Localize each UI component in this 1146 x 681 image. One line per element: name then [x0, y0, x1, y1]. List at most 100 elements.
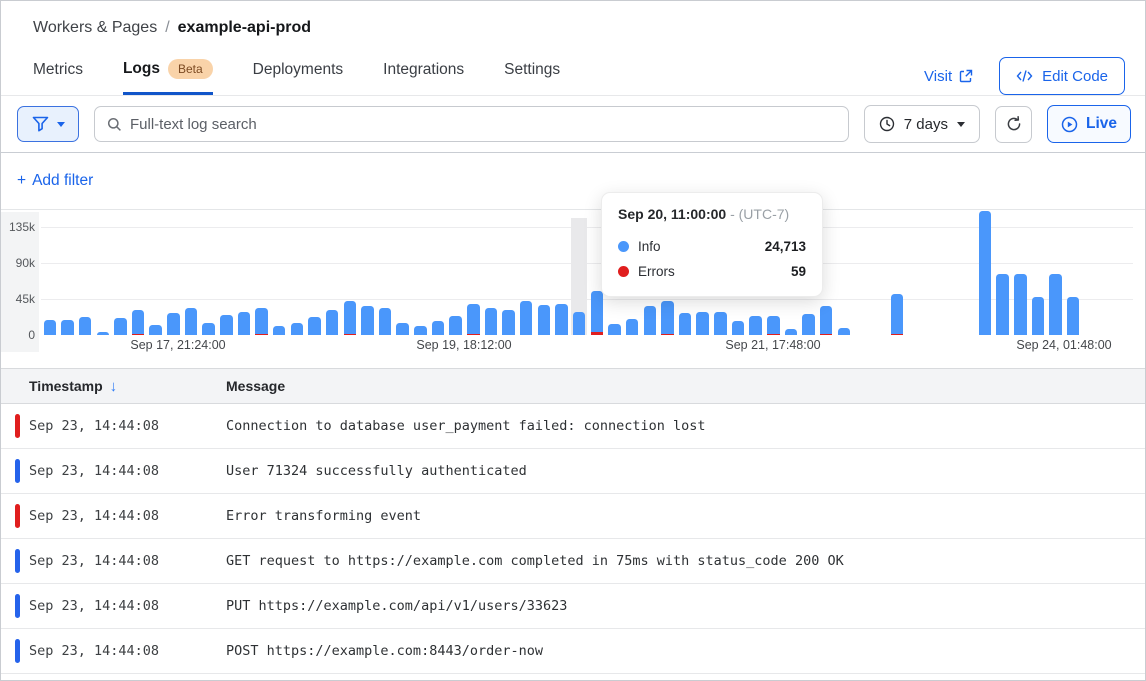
chart-bar[interactable]: [449, 316, 462, 335]
clock-icon: [879, 116, 895, 132]
search-input[interactable]: [130, 116, 836, 133]
chart-bar[interactable]: [626, 319, 639, 335]
chart-bar[interactable]: [555, 304, 568, 335]
chart-bar[interactable]: [361, 306, 374, 335]
chart-bar[interactable]: [1014, 274, 1027, 335]
sort-descending-icon[interactable]: ↓: [110, 378, 118, 395]
chart-bar[interactable]: [573, 312, 586, 335]
chart-bar[interactable]: [838, 328, 851, 335]
log-row[interactable]: Sep 23, 14:44:08POST https://example.com…: [1, 629, 1145, 674]
log-timestamp: Sep 23, 14:44:08: [1, 643, 198, 659]
chart-bar[interactable]: [1067, 297, 1080, 335]
tab-integrations[interactable]: Integrations: [383, 61, 464, 95]
chart-bar[interactable]: [326, 310, 339, 335]
chart-bar[interactable]: [308, 317, 321, 335]
log-timestamp: Sep 23, 14:44:08: [1, 463, 198, 479]
chart-bar[interactable]: [1049, 274, 1062, 335]
log-message: POST https://example.com:8443/order-now: [198, 643, 543, 659]
external-link-icon: [959, 69, 973, 83]
chart-bar[interactable]: [149, 325, 162, 335]
filter-bar: 7 days Live: [1, 96, 1145, 153]
chart-bar[interactable]: [61, 320, 74, 335]
info-level-indicator: [15, 639, 20, 663]
chart-bar[interactable]: [732, 321, 745, 335]
y-axis-tick: 135k: [1, 220, 35, 234]
log-row[interactable]: Sep 23, 14:44:08PUT https://example.com/…: [1, 584, 1145, 629]
chart-bar[interactable]: [767, 316, 780, 335]
chart-bar[interactable]: [785, 329, 798, 335]
log-timestamp: Sep 23, 14:44:08: [1, 598, 198, 614]
column-header-timestamp[interactable]: Timestamp ↓: [1, 378, 198, 395]
tooltip-title: Sep 20, 11:00:00 - (UTC-7): [618, 206, 806, 222]
chart-bar[interactable]: [114, 318, 127, 335]
chart-bar[interactable]: [255, 308, 268, 335]
chart-bar[interactable]: [414, 326, 427, 335]
tab-metrics[interactable]: Metrics: [33, 61, 83, 95]
chart-bar[interactable]: [996, 274, 1009, 335]
table-header: Timestamp ↓ Message: [1, 369, 1145, 404]
live-button[interactable]: Live: [1047, 105, 1131, 143]
search-box[interactable]: [94, 106, 849, 142]
chart-bar[interactable]: [820, 306, 833, 335]
edit-code-button[interactable]: Edit Code: [999, 57, 1125, 95]
log-row[interactable]: Sep 23, 14:44:08Connection to database u…: [1, 404, 1145, 449]
y-axis-tick: 0: [1, 328, 35, 342]
chart-bar[interactable]: [185, 308, 198, 335]
chart-bar[interactable]: [979, 211, 992, 335]
chart-bar[interactable]: [44, 320, 57, 335]
time-range-dropdown[interactable]: 7 days: [864, 105, 980, 143]
chart-bar[interactable]: [520, 301, 533, 335]
chart-bar[interactable]: [485, 308, 498, 335]
chevron-down-icon: [957, 122, 965, 127]
chart-bar-errors: [891, 334, 904, 336]
chart-bar[interactable]: [167, 313, 180, 335]
log-message: GET request to https://example.com compl…: [198, 553, 844, 569]
chart-bar-errors: [661, 334, 674, 336]
log-row[interactable]: Sep 23, 14:44:08User 71324 successfully …: [1, 449, 1145, 494]
refresh-button[interactable]: [995, 106, 1032, 143]
chart-bar[interactable]: [238, 312, 251, 335]
chart-bar[interactable]: [379, 308, 392, 335]
chart-bar[interactable]: [291, 323, 304, 335]
refresh-icon: [1005, 115, 1023, 133]
log-row[interactable]: Sep 23, 14:44:08Error transforming event: [1, 494, 1145, 539]
chart-bar[interactable]: [644, 306, 657, 335]
chart-bar[interactable]: [220, 315, 233, 335]
chart-bar[interactable]: [79, 317, 92, 335]
plus-icon: +: [17, 172, 26, 190]
chart-bar[interactable]: [749, 316, 762, 335]
info-level-indicator: [15, 594, 20, 618]
chart-bar[interactable]: [132, 310, 145, 335]
chart-bar[interactable]: [714, 312, 727, 335]
chart-bar[interactable]: [344, 301, 357, 335]
chart-bar[interactable]: [273, 326, 286, 335]
visit-link[interactable]: Visit: [924, 68, 973, 85]
log-row[interactable]: Sep 23, 14:44:08GET request to https://e…: [1, 539, 1145, 584]
chart-bar-errors: [344, 334, 357, 336]
tab-settings[interactable]: Settings: [504, 61, 560, 95]
chart-bar[interactable]: [661, 301, 674, 335]
page-header: Workers & Pages / example-api-prod Metri…: [1, 1, 1145, 96]
breadcrumb-separator: /: [165, 19, 169, 37]
chart-bar[interactable]: [802, 314, 815, 335]
chart-bar[interactable]: [502, 310, 515, 335]
breadcrumb-section[interactable]: Workers & Pages: [33, 19, 157, 37]
filter-dropdown-button[interactable]: [17, 106, 79, 142]
chart-bar[interactable]: [97, 332, 110, 335]
chart-bar[interactable]: [432, 321, 445, 335]
tab-deployments[interactable]: Deployments: [253, 61, 343, 95]
chart-bar[interactable]: [608, 324, 621, 335]
chart-bar[interactable]: [202, 323, 215, 335]
chart-bar[interactable]: [467, 304, 480, 335]
chart-bar[interactable]: [538, 305, 551, 335]
chart-bar[interactable]: [591, 291, 604, 335]
chart-bar[interactable]: [891, 294, 904, 335]
log-timestamp: Sep 23, 14:44:08: [1, 418, 198, 434]
add-filter-button[interactable]: + Add filter: [17, 172, 93, 190]
chart-bar[interactable]: [1032, 297, 1045, 335]
tab-logs[interactable]: Logs Beta: [123, 59, 213, 95]
chart-bar[interactable]: [696, 312, 709, 335]
chart-bar[interactable]: [396, 323, 409, 335]
chart-bar[interactable]: [679, 313, 692, 335]
log-timestamp: Sep 23, 14:44:08: [1, 508, 198, 524]
